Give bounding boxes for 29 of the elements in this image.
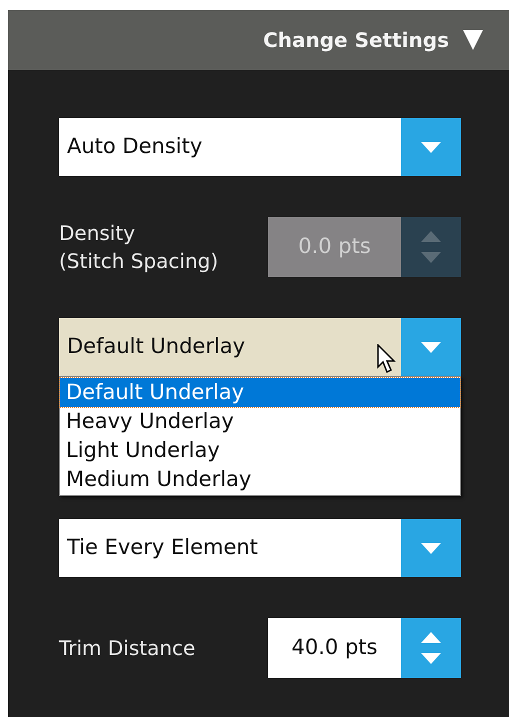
down-caret-icon xyxy=(421,142,441,152)
dropdown-option[interactable]: Light Underlay xyxy=(60,436,460,465)
dropdown[interactable]: Auto Density xyxy=(59,118,461,176)
dropdown-value: Tie Every Element xyxy=(66,534,259,562)
down-caret-icon xyxy=(421,653,441,664)
dropdown-option[interactable]: Default Underlay xyxy=(60,378,460,407)
dropdown-button[interactable] xyxy=(401,519,461,577)
dropdown-button[interactable] xyxy=(401,118,461,176)
dropdown-option[interactable]: Heavy Underlay xyxy=(60,407,460,436)
number-spinner[interactable]: 40.0 pts xyxy=(268,618,461,678)
spinner-buttons[interactable] xyxy=(401,618,461,678)
down-caret-icon xyxy=(421,252,441,263)
collapse-arrow-icon[interactable] xyxy=(463,30,483,50)
field-label: Density (Stitch Spacing) xyxy=(59,220,218,275)
dropdown-value: Auto Density xyxy=(66,133,204,160)
down-caret-icon xyxy=(421,342,441,352)
up-caret-icon xyxy=(421,231,441,242)
cursor-icon xyxy=(377,344,397,374)
up-caret-icon xyxy=(421,632,441,643)
spinner-value: 0.0 pts xyxy=(268,217,401,277)
dropdown-option[interactable]: Medium Underlay xyxy=(60,465,460,494)
spinner-value: 40.0 pts xyxy=(268,618,401,678)
down-caret-icon xyxy=(421,542,441,554)
field-label: Trim Distance xyxy=(59,635,196,662)
header-title: Change Settings xyxy=(263,27,449,54)
dropdown-button[interactable] xyxy=(401,318,461,376)
dropdown-value: Default Underlay xyxy=(66,333,246,360)
dropdown[interactable]: Default Underlay xyxy=(59,318,461,376)
dropdown[interactable]: Tie Every Element xyxy=(59,519,461,577)
